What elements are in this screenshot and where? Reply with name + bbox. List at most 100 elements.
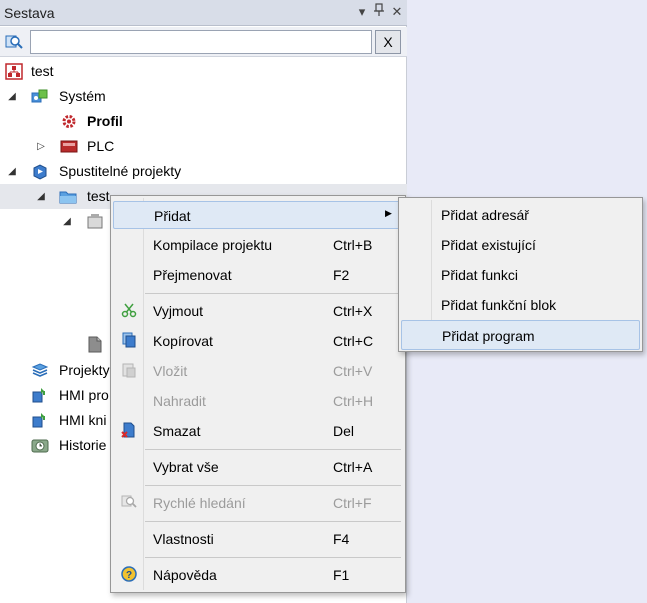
search-row: X [0, 27, 407, 57]
menu-separator [145, 485, 401, 486]
menu-item-shortcut: Ctrl+B [333, 237, 373, 253]
menu-item-rychle-hledani: Rychlé hledání Ctrl+F [113, 489, 403, 517]
svg-text:?: ? [126, 570, 132, 581]
menu-item-pridat[interactable]: Přidat ▶ [113, 201, 403, 229]
expanded-triangle-icon[interactable]: ◢ [6, 84, 18, 109]
menu-item-label: Rychlé hledání [153, 495, 246, 511]
tree-item-root[interactable]: test [0, 59, 407, 84]
menu-item-label: Přejmenovat [153, 267, 232, 283]
tree-item-system[interactable]: ◢ Systém [0, 84, 407, 109]
menu-item-kompilace[interactable]: Kompilace projektu Ctrl+B [113, 231, 403, 259]
search-input[interactable] [30, 30, 372, 54]
panel-title: Sestava [4, 5, 55, 21]
add-submenu: Přidat adresář Přidat existující Přidat … [398, 197, 643, 352]
hmi-library-icon [31, 412, 49, 429]
submenu-item-label: Přidat adresář [441, 207, 529, 223]
library-icon [86, 213, 104, 230]
menu-item-napoveda[interactable]: ? Nápověda F1 [113, 561, 403, 589]
menu-item-label: Nahradit [153, 393, 206, 409]
quick-search-icon [121, 494, 137, 510]
menu-item-shortcut: Ctrl+A [333, 459, 373, 475]
menu-item-label: Vybrat vše [153, 459, 219, 475]
menu-item-label: Vložit [153, 363, 188, 379]
plc-icon [60, 138, 78, 155]
menu-item-kopirovat[interactable]: Kopírovat Ctrl+C [113, 327, 403, 355]
submenu-item-label: Přidat funkční blok [441, 297, 557, 313]
system-icon [31, 88, 49, 105]
context-menu: Přidat ▶ Kompilace projektu Ctrl+B Přejm… [110, 195, 406, 593]
menu-item-nahradit: Nahradit Ctrl+H [113, 387, 403, 415]
file-icon [86, 336, 104, 353]
menu-item-shortcut: Ctrl+H [333, 393, 374, 409]
submenu-item-pridat-funkci[interactable]: Přidat funkci [401, 260, 640, 290]
menu-item-vlozit: Vložit Ctrl+V [113, 357, 403, 385]
menu-item-shortcut: F4 [333, 531, 350, 547]
menu-item-shortcut: Ctrl+V [333, 363, 373, 379]
submenu-item-pridat-existujici[interactable]: Přidat existující [401, 230, 640, 260]
menu-separator [145, 521, 401, 522]
solution-icon [5, 63, 23, 80]
panel-titlebar: Sestava ▾ ✕ [0, 0, 407, 26]
hmi-icon [31, 387, 49, 404]
tree-label-test-project: test [87, 188, 110, 204]
menu-separator [145, 557, 401, 558]
panel-dropdown-icon[interactable]: ▾ [354, 3, 370, 21]
submenu-item-pridat-adresar[interactable]: Přidat adresář [401, 200, 640, 230]
menu-item-vybrat-vse[interactable]: Vybrat vše Ctrl+A [113, 453, 403, 481]
menu-item-shortcut: Ctrl+F [333, 495, 372, 511]
tree-label-plc: PLC [87, 138, 115, 154]
pin-icon[interactable] [371, 3, 387, 21]
expanded-triangle-icon[interactable]: ◢ [35, 184, 47, 209]
submenu-item-pridat-program[interactable]: Přidat program [401, 320, 640, 350]
scissors-icon [121, 302, 137, 318]
tree-label-historie: Historie [59, 437, 107, 453]
menu-separator [145, 449, 401, 450]
submenu-item-label: Přidat program [442, 328, 535, 344]
paste-icon [121, 362, 137, 378]
history-icon [31, 437, 49, 454]
collapsed-triangle-icon[interactable]: ▷ [35, 134, 47, 159]
menu-item-vyjmout[interactable]: Vyjmout Ctrl+X [113, 297, 403, 325]
menu-item-vlastnosti[interactable]: Vlastnosti F4 [113, 525, 403, 553]
menu-item-label: Vyjmout [153, 303, 204, 319]
copy-icon [121, 332, 137, 348]
tree-label-profil: Profil [87, 113, 123, 129]
close-icon[interactable]: ✕ [389, 3, 405, 21]
search-icon[interactable] [5, 34, 23, 50]
expanded-triangle-icon[interactable]: ◢ [61, 209, 73, 234]
menu-item-smazat[interactable]: Smazat Del [113, 417, 403, 445]
menu-item-label: Přidat [154, 208, 191, 224]
menu-item-prejmenovat[interactable]: Přejmenovat F2 [113, 261, 403, 289]
tree-label-projekty: Projekty [59, 362, 110, 378]
tree-item-profil[interactable]: Profil [0, 109, 407, 134]
menu-item-shortcut: F2 [333, 267, 350, 283]
help-icon: ? [121, 566, 137, 582]
tree-item-spustitelne[interactable]: ◢ Spustitelné projekty [0, 159, 407, 184]
projects-stack-icon [31, 362, 49, 379]
menu-item-label: Smazat [153, 423, 201, 439]
tree-label-hmi-kni: HMI kni [59, 412, 107, 428]
submenu-item-label: Přidat funkci [441, 267, 519, 283]
menu-separator [145, 293, 401, 294]
menu-item-label: Vlastnosti [153, 531, 214, 547]
tree-label-system: Systém [59, 88, 106, 104]
expanded-triangle-icon[interactable]: ◢ [6, 159, 18, 184]
menu-item-shortcut: Del [333, 423, 355, 439]
delete-icon [121, 422, 137, 438]
tree-label-root: test [31, 63, 54, 79]
clear-search-button[interactable]: X [375, 30, 401, 54]
submenu-arrow-icon: ▶ [385, 208, 392, 218]
tree-item-plc[interactable]: ▷ PLC [0, 134, 407, 159]
folder-icon [59, 188, 77, 205]
submenu-item-label: Přidat existující [441, 237, 536, 253]
menu-item-label: Nápověda [153, 567, 217, 583]
menu-item-shortcut: Ctrl+X [333, 303, 373, 319]
tree-label-hmi-pro: HMI pro [59, 387, 109, 403]
menu-item-shortcut: F1 [333, 567, 350, 583]
tree-label-spustitelne: Spustitelné projekty [59, 163, 182, 179]
menu-item-label: Kopírovat [153, 333, 213, 349]
submenu-item-pridat-funkcni-blok[interactable]: Přidat funkční blok [401, 290, 640, 320]
menu-item-shortcut: Ctrl+C [333, 333, 374, 349]
gear-icon [60, 113, 78, 130]
menu-item-label: Kompilace projektu [153, 237, 273, 253]
